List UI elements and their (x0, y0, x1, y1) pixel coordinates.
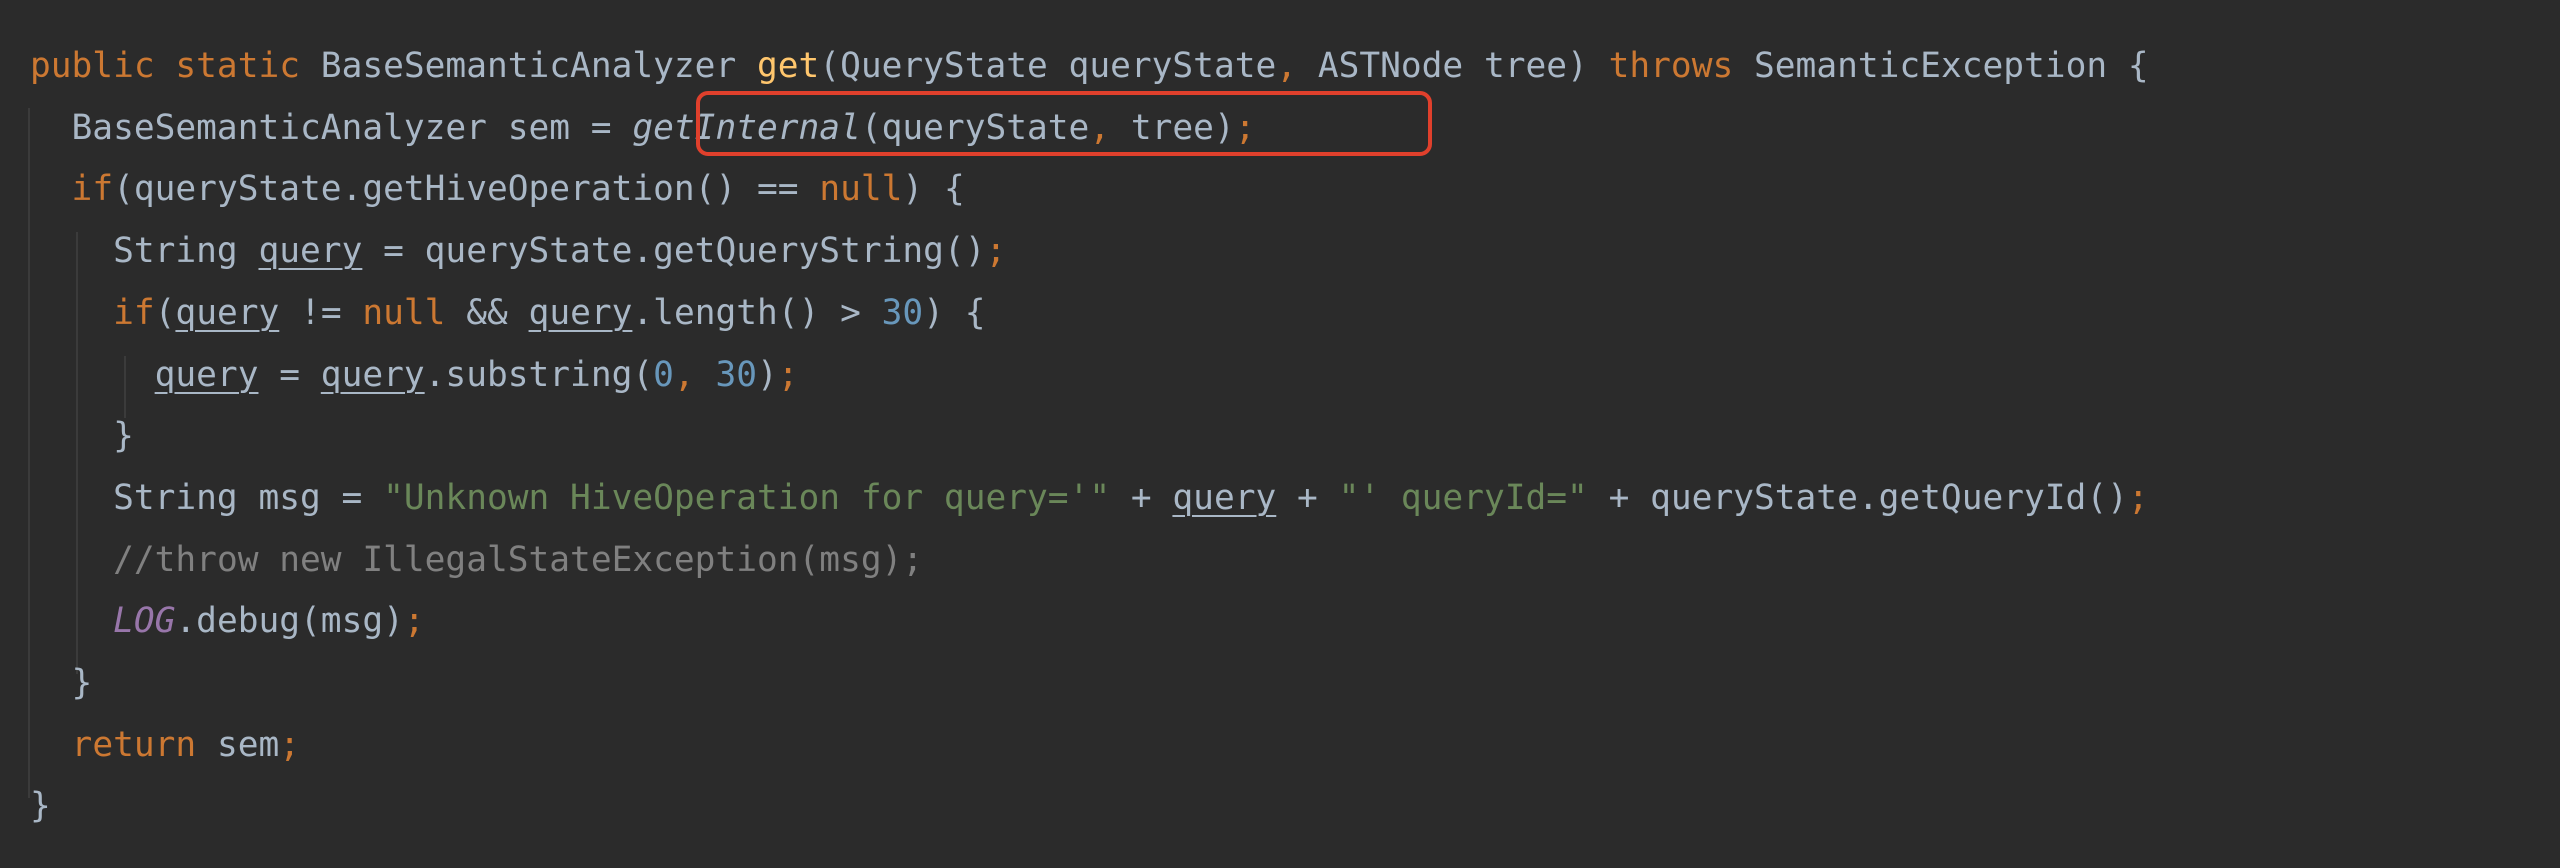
line-close-method: } (30, 775, 51, 837)
code-token: BaseSemanticAnalyzer sem = (30, 107, 633, 148)
code-token: 30 (715, 354, 758, 395)
code-token: } (30, 416, 134, 457)
code-token: } (30, 663, 93, 703)
line-msg: String msg = "Unknown HiveOperation for … (30, 467, 2149, 529)
code-token: + queryState.getQueryId() (1587, 477, 2128, 518)
code-token: ( (154, 292, 176, 333)
code-token: .substring( (424, 354, 654, 395)
code-token: query (1172, 477, 1277, 518)
code-token: //throw new IllegalStateException(msg); (113, 539, 924, 580)
code-token: query (175, 292, 280, 333)
line-query-string: String query = queryState.getQueryString… (30, 220, 1006, 282)
line-log-debug: LOG.debug(msg); (30, 590, 425, 652)
code-token: String (30, 231, 259, 272)
code-token: } (30, 786, 51, 827)
code-token: public static (30, 46, 321, 86)
code-editor[interactable]: public static BaseSemanticAnalyzer get(Q… (0, 0, 2560, 868)
code-token: ) { (902, 169, 965, 210)
code-token: ) (757, 354, 778, 395)
line-method-signature: public static BaseSemanticAnalyzer get(Q… (30, 35, 2149, 97)
code-token: = queryState.getQueryString() (362, 231, 986, 272)
code-token: != (279, 292, 363, 333)
code-token: if (71, 169, 114, 210)
code-token: SemanticException { (1754, 46, 2149, 86)
code-token: if (113, 292, 155, 333)
code-token: (QueryState queryState (819, 46, 1277, 86)
code-token: null (819, 169, 903, 210)
code-token: null (362, 292, 467, 333)
code-token: 30 (881, 292, 924, 333)
code-token: LOG (113, 601, 176, 642)
code-token: query (258, 231, 363, 272)
code-token: BaseSemanticAnalyzer (320, 46, 757, 86)
line-if-query-length: if(query != null && query.length() > 30)… (30, 282, 986, 344)
code-token: + (1276, 477, 1339, 518)
code-token: ; (777, 354, 799, 395)
code-token: String msg = (30, 477, 384, 518)
code-token: ; (279, 724, 301, 765)
code-token: return (71, 724, 217, 765)
line-substring: query = query.substring(0, 30); (30, 344, 799, 406)
code-token: throws (1608, 46, 1755, 86)
code-token: , (1276, 46, 1318, 86)
code-token: , (673, 354, 716, 395)
code-token: ; (403, 601, 425, 642)
line-comment-throw: //throw new IllegalStateException(msg); (30, 529, 923, 591)
line-if-hive-operation: if(queryState.getHiveOperation() == null… (30, 158, 965, 220)
code-token: query (320, 354, 425, 395)
code-token: 0 (653, 354, 674, 395)
code-token: ; (985, 231, 1007, 272)
code-token: get (756, 46, 820, 86)
code-token: "' queryId=" (1338, 477, 1588, 518)
code-token: && (466, 292, 529, 333)
code-token: .length() > (632, 292, 882, 333)
code-token: "Unknown HiveOperation for query='" (383, 477, 1111, 518)
code-token: ) { (923, 292, 986, 333)
line-close-inner-if: } (30, 405, 134, 467)
code-token: = (258, 354, 321, 395)
code-token: + (1110, 477, 1173, 518)
line-return: return sem; (30, 714, 301, 776)
code-token: ASTNode tree) (1317, 46, 1609, 86)
code-token: query (154, 354, 259, 395)
code-token: ; (2127, 477, 2149, 518)
highlight-box-get-internal (696, 91, 1432, 156)
code-token: .debug(msg) (175, 601, 404, 642)
code-token: sem (216, 724, 280, 765)
line-close-outer-if: } (30, 652, 93, 714)
code-token: query (528, 292, 633, 333)
code-token: (queryState.getHiveOperation() == (113, 169, 820, 210)
